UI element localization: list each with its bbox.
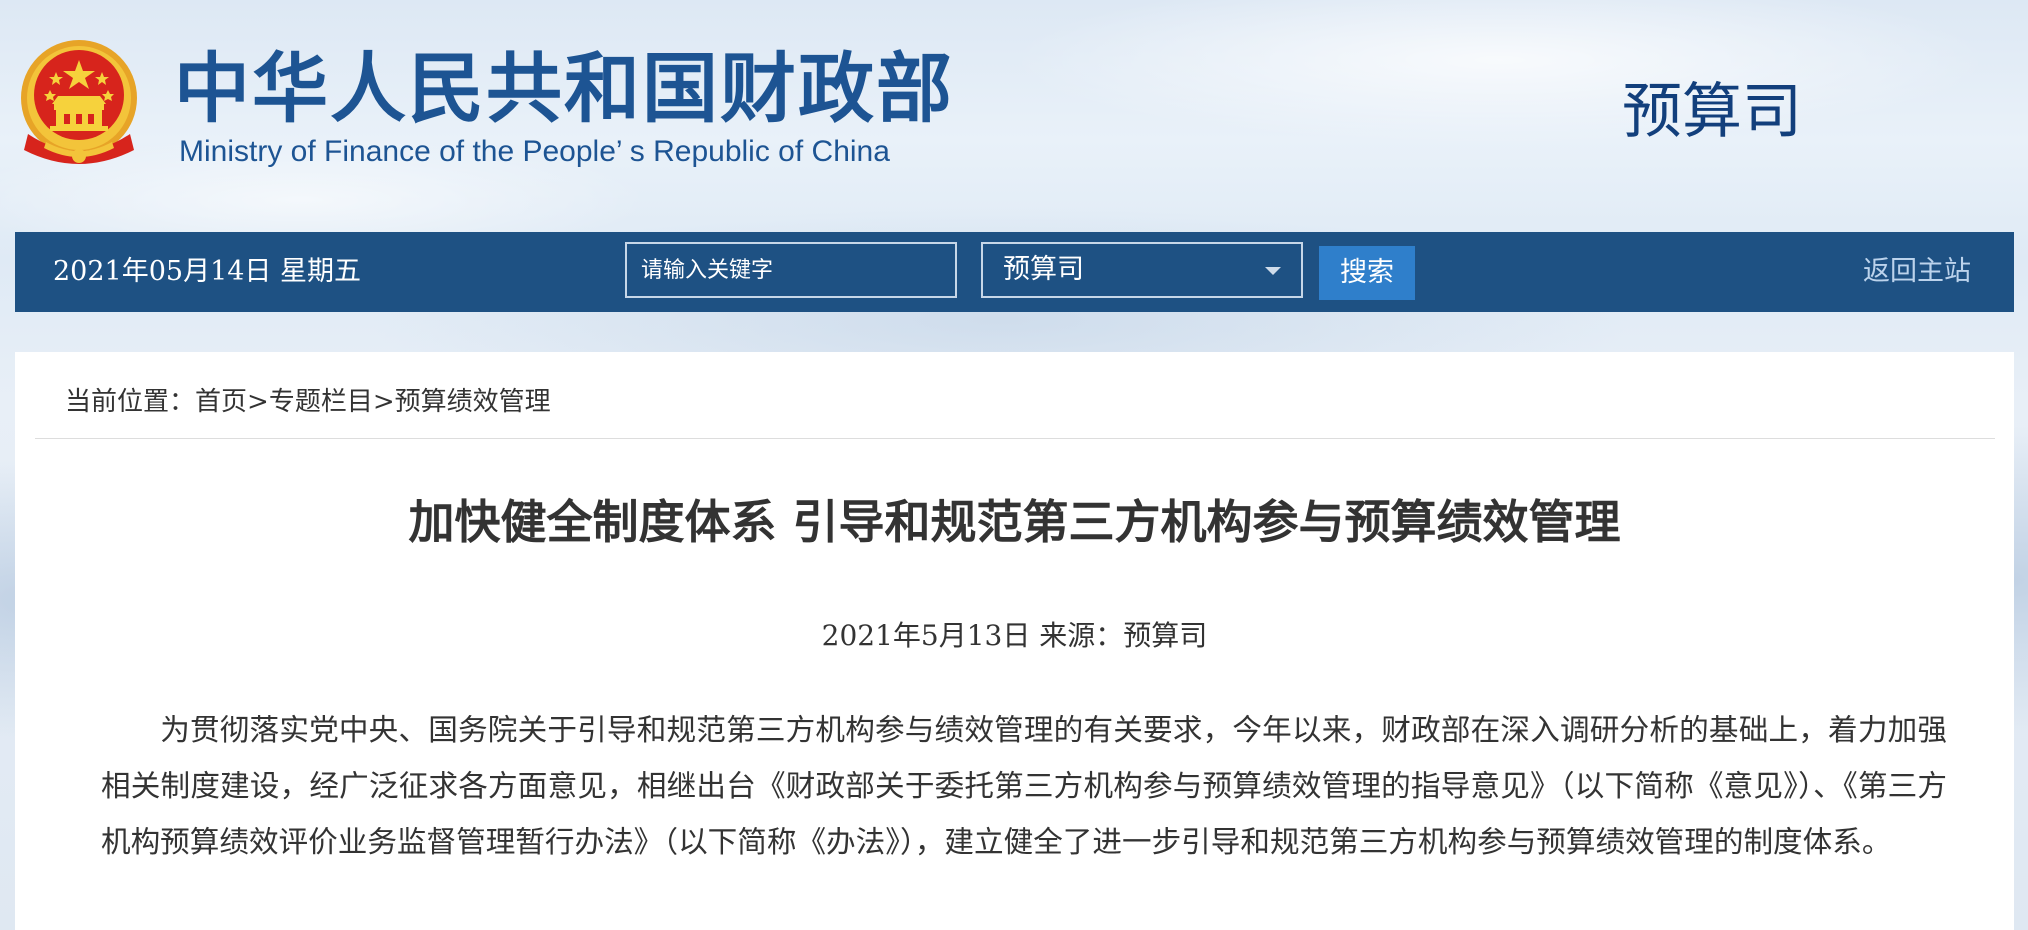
article-source: 预算司 xyxy=(1123,619,1208,652)
department-name: 预算司 xyxy=(1622,77,1802,147)
article-title: 加快健全制度体系 引导和规范第三方机构参与预算绩效管理 xyxy=(408,495,1621,549)
breadcrumb-home[interactable]: 首页 xyxy=(195,387,247,417)
site-title-cn: 中华人民共和国财政部 xyxy=(174,44,954,133)
search-input[interactable] xyxy=(625,242,957,298)
article-source-label: 来源： xyxy=(1039,619,1124,652)
national-emblem-icon[interactable] xyxy=(16,38,142,172)
search-button[interactable]: 搜索 xyxy=(1319,246,1415,300)
site-title-en: Ministry of Finance of the People’ s Rep… xyxy=(179,135,890,168)
site-header: 中华人民共和国财政部 Ministry of Finance of the Pe… xyxy=(0,0,2028,230)
breadcrumb-prefix: 当前位置： xyxy=(65,387,196,417)
return-home-link[interactable]: 返回主站 xyxy=(1863,232,1971,312)
department-select[interactable]: 预算司 xyxy=(981,242,1303,298)
current-date: 2021年05月14日 星期五 xyxy=(53,256,362,287)
department-select-value: 预算司 xyxy=(1003,254,1084,285)
content-panel: 当前位置：首页>专题栏目>预算绩效管理 加快健全制度体系 引导和规范第三方机构参… xyxy=(15,352,2014,930)
article-paragraph: 为贯彻落实党中央、国务院关于引导和规范第三方机构参与绩效管理的有关要求，今年以来… xyxy=(101,713,1947,859)
breadcrumb-special-column[interactable]: 专题栏目 xyxy=(269,387,373,417)
chevron-down-icon xyxy=(1265,267,1281,275)
breadcrumb-divider xyxy=(35,438,1995,439)
article-meta: 2021年5月13日 来源：预算司 xyxy=(15,616,2014,656)
breadcrumb: 当前位置：首页>专题栏目>预算绩效管理 xyxy=(65,372,551,432)
breadcrumb-separator: > xyxy=(247,387,269,417)
breadcrumb-performance-management[interactable]: 预算绩效管理 xyxy=(395,387,551,417)
article-date: 2021年5月13日 xyxy=(821,619,1031,652)
nav-bar: 2021年05月14日 星期五 预算司 搜索 返回主站 xyxy=(15,232,2014,312)
breadcrumb-separator: > xyxy=(372,387,395,417)
